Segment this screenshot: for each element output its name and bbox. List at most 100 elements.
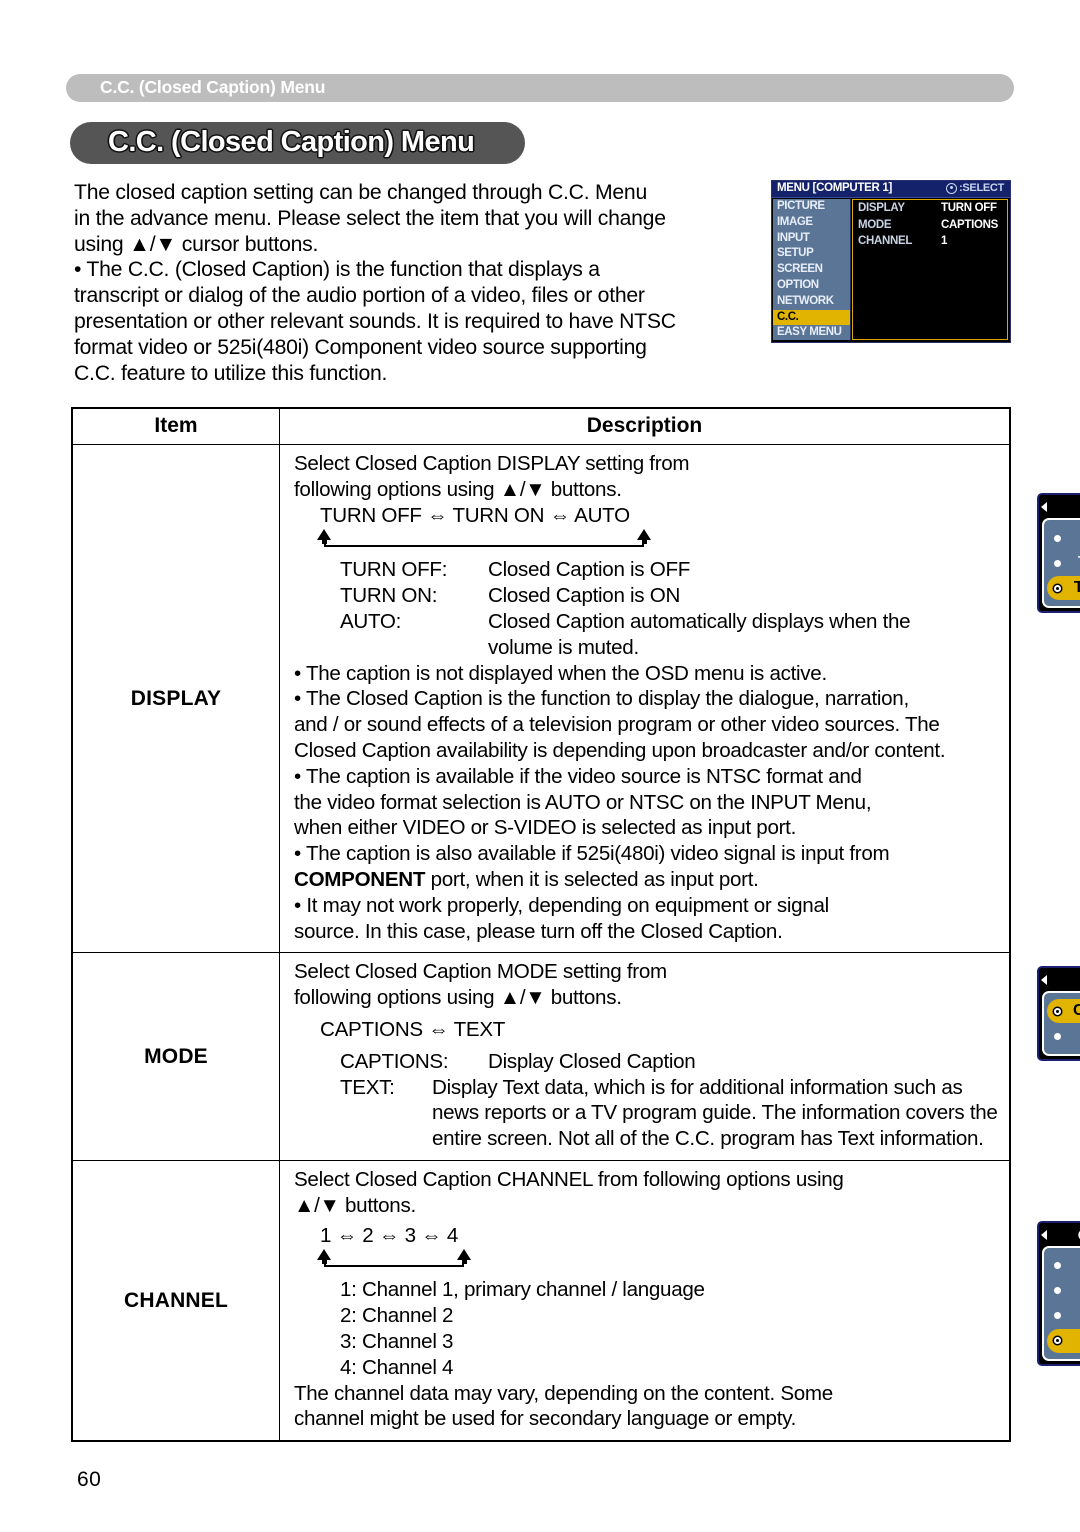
channel-note-1: The channel data may vary, depending on … [294,1381,833,1405]
channel-submenu-option-4[interactable]: 4 [1047,1254,1080,1278]
display-def-auto-cont-value: volume is muted. [488,635,639,659]
display-def-turn-off-value: Closed Caption is OFF [488,558,691,582]
osd-row-channel-key: CHANNEL [858,235,913,247]
display-submenu-body: AUTO TURN ON TURN OFF [1042,518,1080,608]
osd-sidebar-item-setup[interactable]: SETUP [773,246,850,262]
channel-submenu-option-2[interactable]: 2 [1047,1304,1080,1328]
display-def-turn-on-key: TURN ON: [340,584,438,608]
osd-menu-title: MENU [COMPUTER 1] [777,182,893,194]
osd-row-mode-key: MODE [858,218,892,231]
display-def-turn-off-key: TURN OFF: [340,558,448,582]
channel-note-2: channel might be used for secondary lang… [294,1407,797,1431]
display-submenu-option-turn-off[interactable]: TURN OFF [1047,576,1080,600]
item-label-display: DISPLAY [130,686,222,710]
display-submenu-popup: DISPLAY AUTO TURN ON TURN OFF [1037,493,1080,613]
display-note-10: source. In this case, please turn off th… [294,919,783,943]
channel-cycle: 1 ⇔ 2 ⇔ 3 ⇔ 4 [320,1223,459,1247]
channel-def-1: 1: Channel 1, primary channel / language [340,1278,705,1302]
radio-bullet-selected-icon [1054,1337,1061,1345]
channel-def-3: 3: Channel 3 [340,1329,454,1353]
display-submenu-title: DISPLAY [1041,497,1080,518]
table-cell-description-channel: Select Closed Caption CHANNEL from follo… [280,1161,1080,1440]
page-number: 60 [77,1468,102,1491]
mode-submenu-body: CAPTIONS TEXT [1042,991,1080,1057]
display-submenu-option-turn-on[interactable]: TURN ON [1047,551,1080,575]
mode-def-text-cont-1-key [340,1100,432,1126]
osd-sidebar-item-image[interactable]: IMAGE [773,215,850,231]
running-header: C.C. (Closed Caption) Menu [66,74,1014,102]
display-submenu-option-auto[interactable]: AUTO [1047,526,1080,550]
channel-submenu-popup: CHANNEL 4 3 2 [1037,1220,1080,1366]
display-def-auto-cont: volume is muted. [294,635,1001,661]
mode-submenu-option-captions[interactable]: CAPTIONS [1047,999,1080,1024]
cursor-pad-icon [946,182,958,194]
table-cell-item-mode: MODE [73,953,280,1160]
channel-submenu-option-1[interactable]: 1 [1047,1328,1080,1353]
osd-row-display-value: TURN OFF [941,202,997,214]
table-cell-description-display: Select Closed Caption DISPLAY setting fr… [280,445,1080,952]
osd-row-display-key: DISPLAY [858,202,905,214]
channel-def-4: 4: Channel 4 [340,1355,454,1379]
mode-submenu-option-text[interactable]: TEXT [1047,1024,1080,1048]
channel-submenu-title: CHANNEL [1041,1225,1080,1246]
osd-row-mode[interactable]: MODE CAPTIONS [853,217,1007,234]
mode-def-captions-key: CAPTIONS: [340,1049,449,1073]
mode-def-text-value: Display Text data, which is for addition… [432,1075,963,1099]
intro-line-7: format video or 525i(480i) Component vid… [74,335,647,359]
page-title-pill: C.C. (Closed Caption) Menu [70,122,525,164]
radio-bullet-icon [1054,1287,1061,1295]
osd-sidebar-item-screen[interactable]: SCREEN [773,262,850,278]
table-row: MODE Select Closed Caption MODE setting … [73,952,1080,1160]
display-note-4: Closed Caption availability is depending… [294,738,946,762]
mode-def-captions: CAPTIONS: Display Closed Caption [294,1049,1001,1075]
intro-line-3: using ▲/▼ cursor buttons. [74,232,319,256]
osd-sidebar-item-cc[interactable]: C.C. [773,309,850,326]
osd-sidebar-item-option[interactable]: OPTION [773,278,850,294]
osd-sidebar-item-picture[interactable]: PICTURE [773,199,850,215]
osd-sidebar: PICTURE IMAGE INPUT SETUP SCREEN OPTION … [773,199,851,340]
mode-def-text-cont-1-value: news reports or a TV program guide. The … [432,1101,998,1125]
osd-sidebar-item-network[interactable]: NETWORK [773,294,850,310]
display-note-9: • It may not work properly, depending on… [294,893,829,917]
mode-def-text-cont-1: news reports or a TV program guide. The … [294,1100,1001,1126]
channel-loop-arrow [294,1249,1001,1273]
mode-submenu-popup: MODE CAPTIONS TEXT [1037,966,1080,1062]
display-note-7: when either VIDEO or S-VIDEO is selected… [294,816,797,840]
display-def-auto-key: AUTO: [340,609,402,633]
table-cell-item-display: DISPLAY [73,445,280,953]
display-def-turn-off: TURN OFF: Closed Caption is OFF [294,557,1001,583]
page-title: C.C. (Closed Caption) Menu [108,126,475,158]
table-cell-item-channel: CHANNEL [73,1160,280,1441]
display-submenu-option-turn-off-label: TURN OFF [1073,579,1080,596]
radio-bullet-icon [1054,534,1061,542]
display-note-2: • The Closed Caption is the function to … [294,687,909,711]
osd-row-display[interactable]: DISPLAY TURN OFF [853,200,1007,217]
radio-bullet-icon [1054,1032,1061,1040]
settings-table: Item Description DISPLAY Select Closed C… [71,407,1080,1443]
osd-select-label: :SELECT [959,182,1004,194]
osd-sidebar-item-input[interactable]: INPUT [773,231,850,247]
radio-bullet-selected-icon [1054,1007,1061,1015]
table-header-description: Description [586,414,703,437]
radio-bullet-icon [1054,559,1061,567]
channel-submenu-option-3[interactable]: 3 [1047,1279,1080,1303]
intro-line-6: presentation or other relevant sounds. I… [74,309,676,333]
table-row: DISPLAY Select Closed Caption DISPLAY se… [73,444,1080,953]
osd-row-channel[interactable]: CHANNEL 1 [853,233,1007,250]
intro-paragraph: The closed caption setting can be change… [74,180,764,386]
osd-sidebar-item-easy-menu[interactable]: EASY MENU [773,325,850,341]
display-note-5: • The caption is available if the video … [294,764,862,788]
osd-content-pane: DISPLAY TURN OFF MODE CAPTIONS CHANNEL 1 [852,199,1008,340]
osd-row-channel-value: 1 [941,235,948,247]
item-label-mode: MODE [144,1044,208,1068]
channel-intro-1: Select Closed Caption CHANNEL from follo… [294,1167,844,1191]
table-header-row: Item Description [73,409,1009,444]
display-def-auto-cont-key [340,635,488,661]
mode-cycle: CAPTIONS ⇔ TEXT [320,1017,506,1041]
channel-def-2: 2: Channel 2 [340,1304,454,1328]
display-loop-arrow [294,529,1001,553]
mode-submenu-title: MODE [1041,970,1080,991]
mode-def-text-cont-2-value: entire screen. Not all of the C.C. progr… [432,1127,984,1151]
running-header-label: C.C. (Closed Caption) Menu [100,77,326,97]
mode-def-captions-value: Display Closed Caption [488,1049,696,1073]
